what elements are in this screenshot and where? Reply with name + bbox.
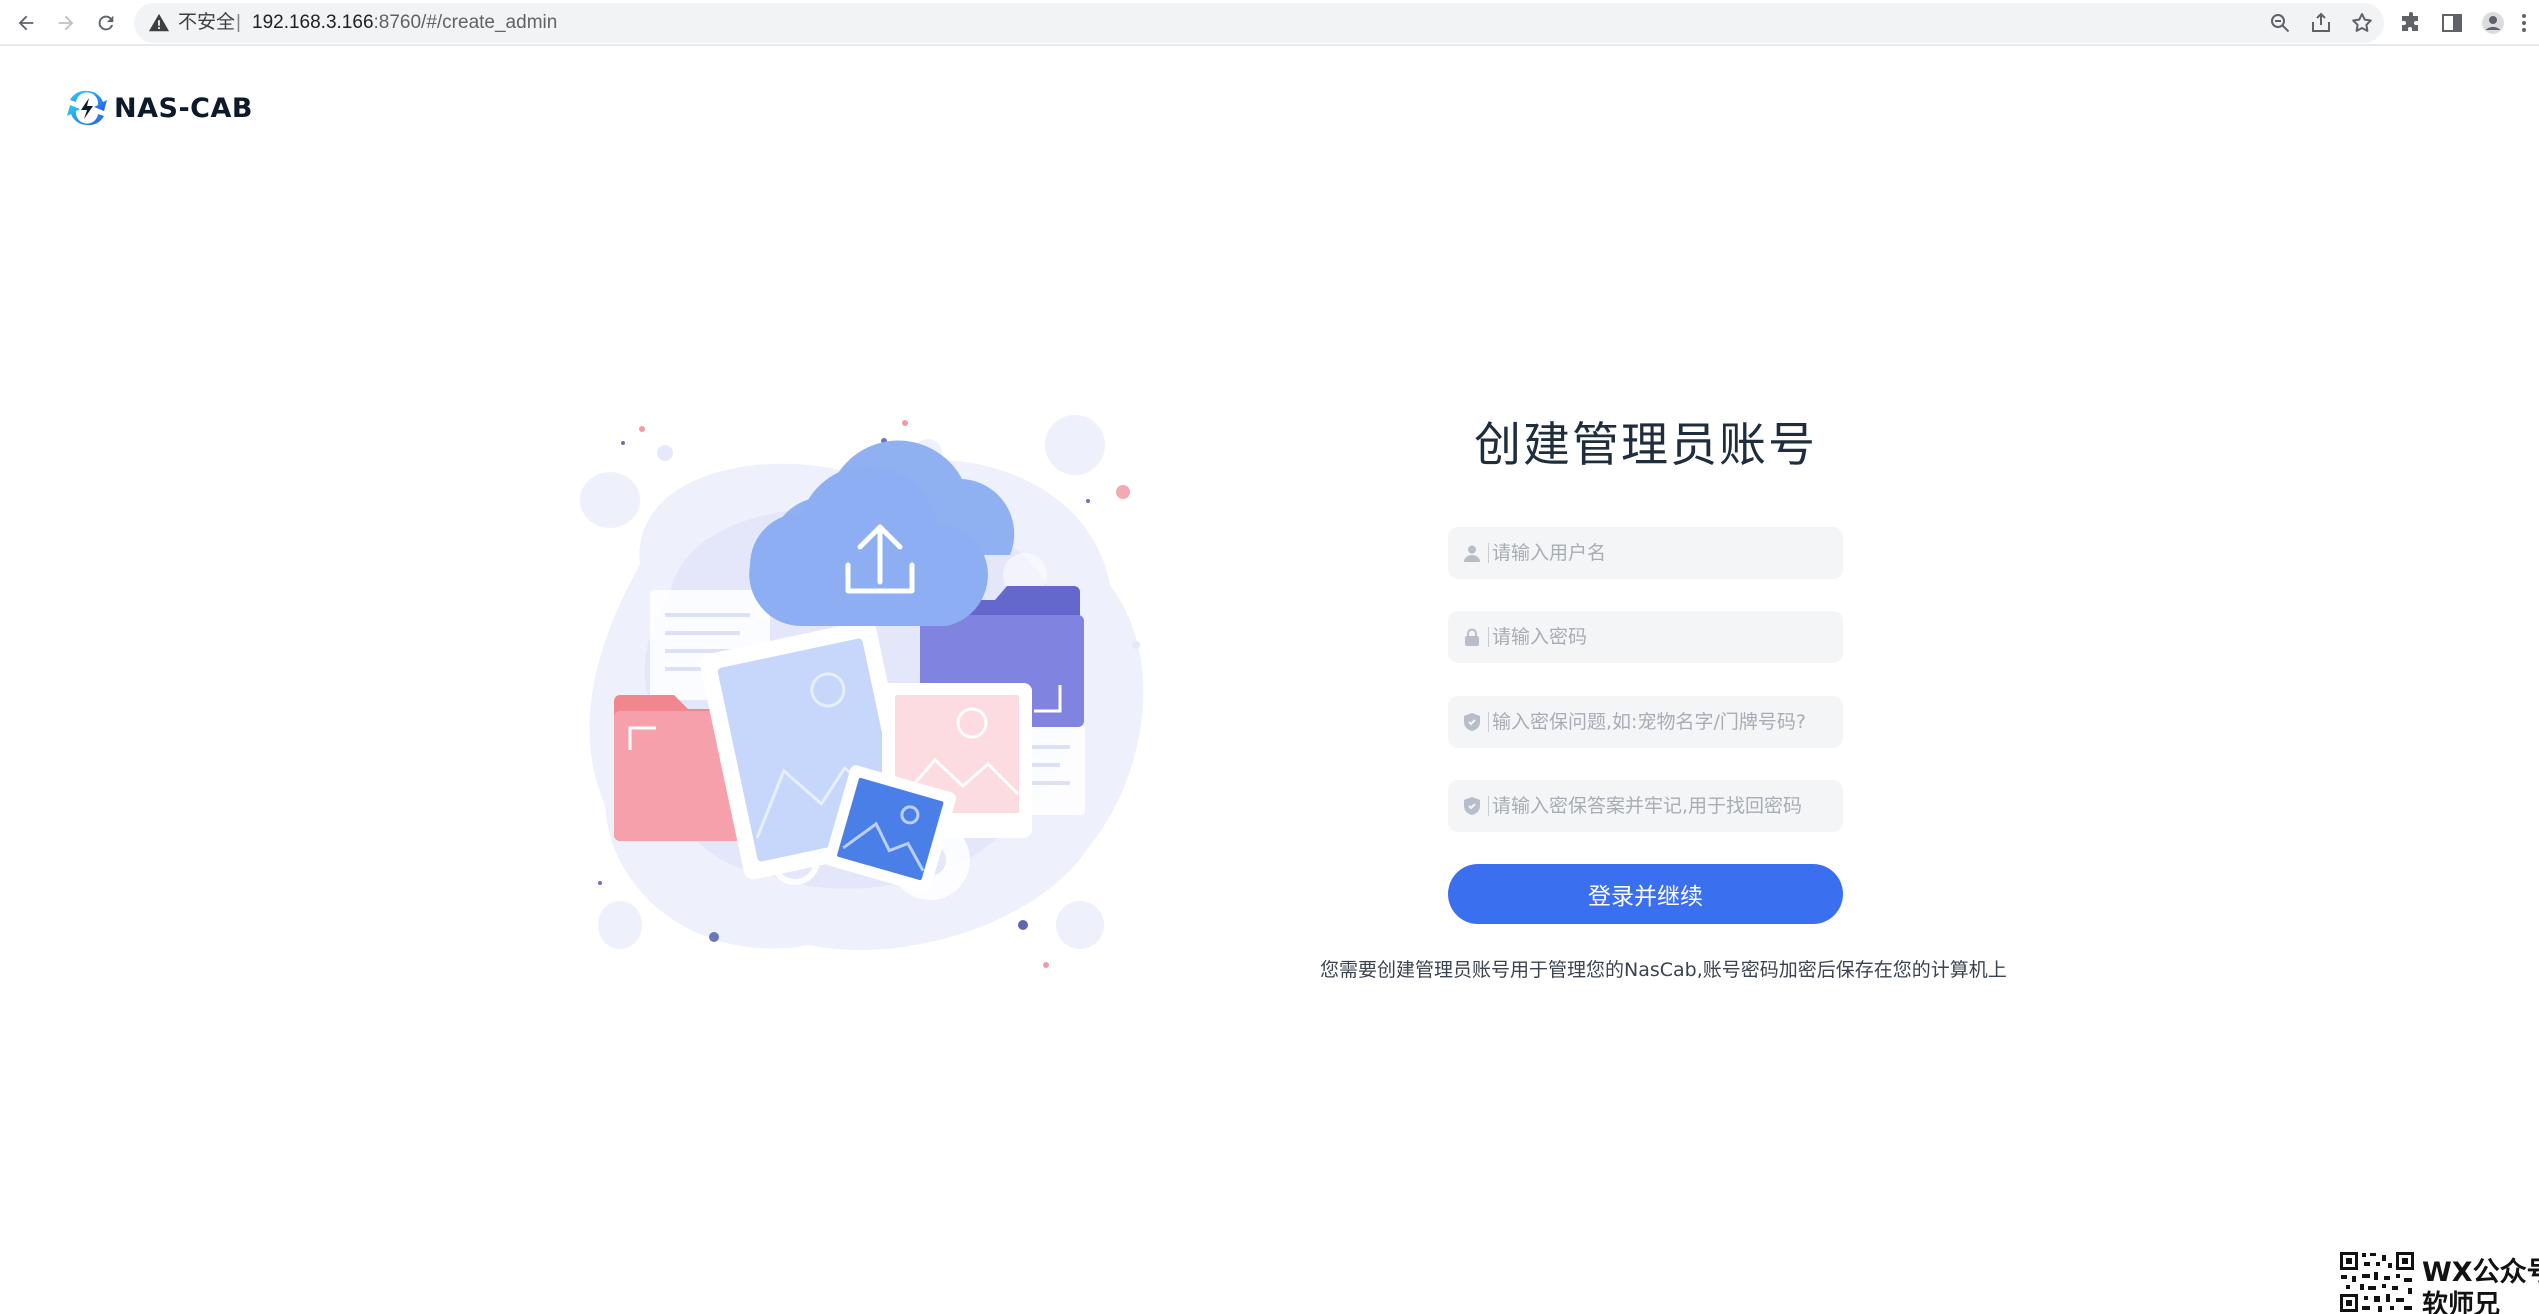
- profile-avatar-icon[interactable]: [2478, 8, 2508, 38]
- security-label[interactable]: 不安全: [178, 11, 235, 35]
- zoom-icon[interactable]: [2268, 11, 2292, 35]
- input-divider: [1488, 543, 1489, 563]
- security-answer-field[interactable]: [1448, 780, 1843, 832]
- shield-icon: [1462, 796, 1482, 816]
- username-field[interactable]: [1448, 527, 1843, 579]
- login-continue-button[interactable]: 登录并继续: [1448, 864, 1843, 924]
- wechat-watermark: WX公众号 软师兄: [2338, 1250, 2539, 1314]
- browser-toolbar: 不安全 | 192.168.3.166:8760/#/create_admin: [0, 0, 2539, 46]
- warning-icon[interactable]: [148, 12, 170, 34]
- url-path: :8760/#/create_admin: [373, 12, 558, 33]
- password-input[interactable]: [1492, 611, 1832, 663]
- security-question-input[interactable]: [1492, 696, 1832, 748]
- watermark-line2: 软师兄: [2422, 1290, 2501, 1314]
- security-answer-input[interactable]: [1492, 780, 1832, 832]
- forward-button[interactable]: [48, 5, 84, 41]
- brand-logo[interactable]: NAS-CAB: [66, 88, 253, 128]
- nascab-logo-icon: [67, 90, 107, 126]
- shield-icon: [1462, 712, 1482, 732]
- security-question-field[interactable]: [1448, 696, 1843, 748]
- bookmark-star-icon[interactable]: [2350, 11, 2374, 35]
- extensions-icon[interactable]: [2396, 8, 2426, 38]
- username-input[interactable]: [1492, 527, 1832, 579]
- url-text[interactable]: 192.168.3.166:8760/#/create_admin: [252, 11, 557, 35]
- url-host: 192.168.3.166: [252, 12, 374, 33]
- arrow-left-icon: [18, 15, 34, 31]
- user-icon: [1462, 543, 1482, 563]
- side-panel-icon[interactable]: [2437, 8, 2467, 38]
- input-divider: [1488, 796, 1489, 816]
- reload-icon: [98, 15, 114, 31]
- menu-kebab-icon[interactable]: [2514, 8, 2534, 38]
- qr-code-icon: [2338, 1250, 2418, 1314]
- back-button[interactable]: [8, 5, 44, 41]
- url-separator: |: [236, 12, 241, 33]
- reload-button[interactable]: [88, 5, 124, 41]
- input-divider: [1488, 627, 1489, 647]
- lock-icon: [1462, 627, 1482, 647]
- share-icon[interactable]: [2309, 11, 2333, 35]
- cloud-storage-illustration: [580, 415, 1144, 968]
- admin-notice-text: 您需要创建管理员账号用于管理您的NasCab,账号密码加密后保存在您的计算机上: [1320, 959, 2007, 981]
- address-bar[interactable]: 不安全 | 192.168.3.166:8760/#/create_admin: [134, 3, 2384, 43]
- brand-name: NAS-CAB: [114, 92, 253, 124]
- password-field[interactable]: [1448, 611, 1843, 663]
- arrow-right-icon: [58, 15, 74, 31]
- form-title: 创建管理员账号: [1474, 418, 1817, 471]
- input-divider: [1488, 712, 1489, 732]
